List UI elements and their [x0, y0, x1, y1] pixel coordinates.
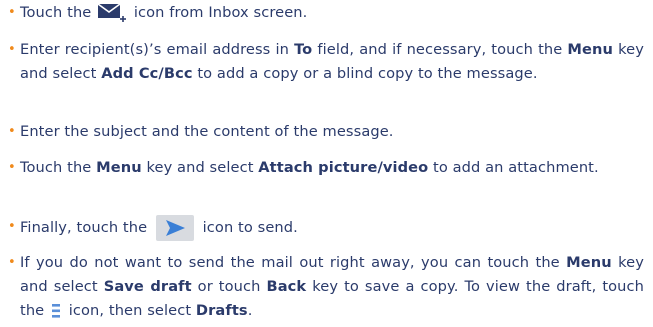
bullet: • — [8, 124, 16, 139]
step-text: Finally, touch the icon to send. — [8, 215, 644, 241]
step-recipients: • Enter recipient(s)’s email address in … — [8, 38, 644, 86]
step-subject: • Enter the subject and the content of t… — [8, 120, 644, 144]
step-text: Touch the Menu key and select Attach pic… — [20, 159, 599, 176]
bullet: • — [8, 219, 16, 234]
bullet: • — [8, 160, 16, 175]
step-attach: • Touch the Menu key and select Attach p… — [8, 156, 644, 180]
bullet: • — [8, 5, 16, 20]
step-send: • Finally, touch the icon to send. — [8, 215, 644, 241]
step-text: Enter the subject and the content of the… — [20, 123, 394, 140]
step-save-draft: • If you do not want to send the mail ou… — [8, 251, 644, 323]
step-compose: • Touch the icon from Inbox screen. — [8, 1, 644, 25]
new-mail-envelope-icon — [97, 1, 127, 25]
step-text: If you do not want to send the mail out … — [20, 254, 644, 319]
bullet: • — [8, 255, 16, 270]
step-text: Touch the icon from Inbox screen. — [8, 1, 644, 25]
step-text: Enter recipient(s)’s email address in To… — [20, 41, 644, 82]
menu-list-icon — [51, 303, 61, 319]
bullet: • — [8, 42, 16, 57]
send-arrow-icon — [155, 215, 194, 241]
